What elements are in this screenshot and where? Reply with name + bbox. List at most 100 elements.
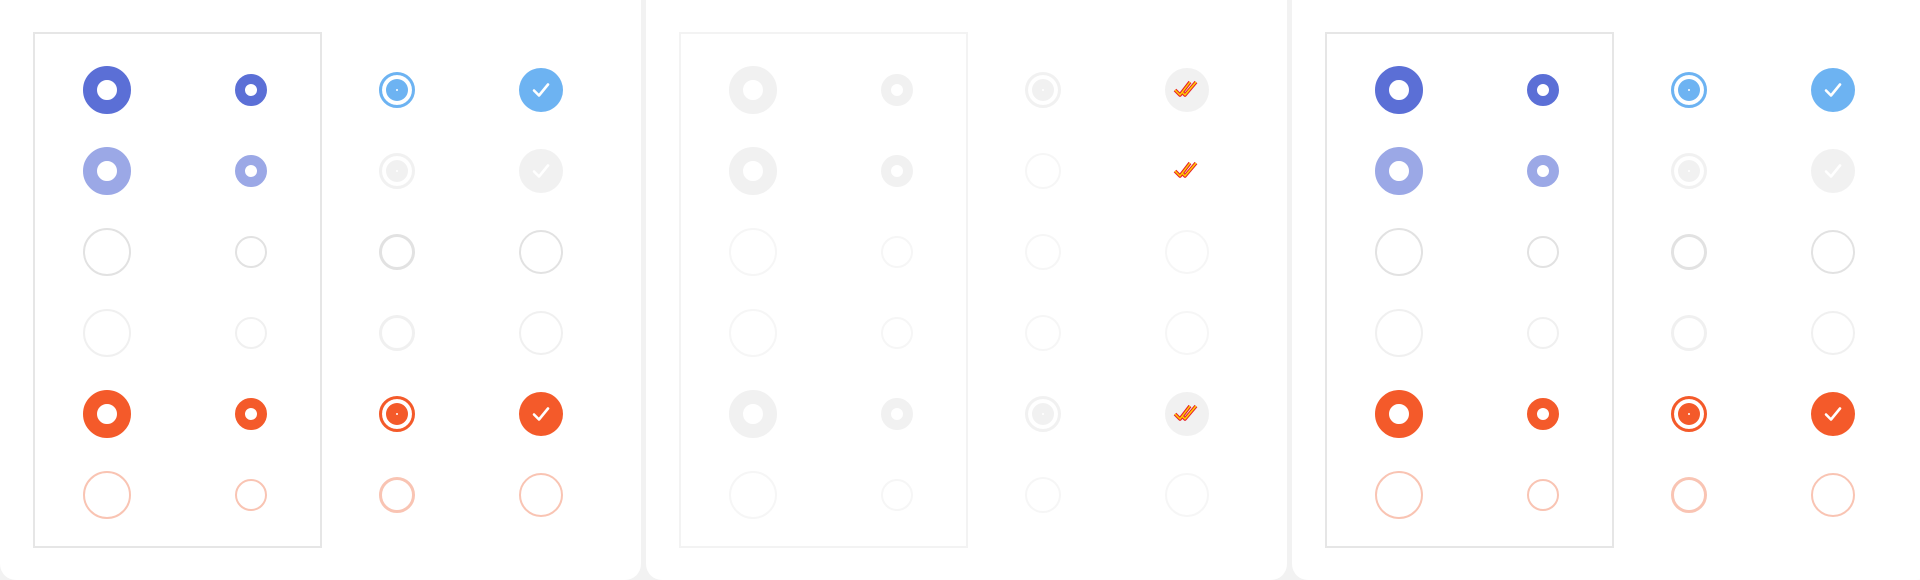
radio-cell: [728, 146, 778, 196]
radio-button-big[interactable]: [83, 228, 131, 276]
radio-button-ring[interactable]: [1025, 396, 1061, 432]
radio-button-ring[interactable]: [1671, 72, 1707, 108]
check-radio-empty[interactable]: [1811, 230, 1855, 274]
double-checkmark-icon[interactable]: [1165, 68, 1209, 112]
radio-cell: [728, 389, 778, 439]
radio-cell: [1374, 389, 1424, 439]
radio-button-small[interactable]: [235, 74, 267, 106]
radio-cell: [1808, 146, 1858, 196]
radio-button-small[interactable]: [1527, 479, 1559, 511]
radio-button-ring[interactable]: [379, 234, 415, 270]
radio-button-big[interactable]: [729, 228, 777, 276]
checkmark-icon[interactable]: [519, 149, 563, 193]
radio-button-small[interactable]: [881, 479, 913, 511]
radio-button-big[interactable]: [729, 471, 777, 519]
radio-cell: [728, 470, 778, 520]
check-radio-empty[interactable]: [519, 230, 563, 274]
check-radio-empty[interactable]: [1165, 473, 1209, 517]
radio-button-big[interactable]: [1375, 471, 1423, 519]
check-radio-empty[interactable]: [519, 473, 563, 517]
radio-button-small[interactable]: [1527, 317, 1559, 349]
radio-button-small[interactable]: [235, 236, 267, 268]
radio-button-ring[interactable]: [379, 477, 415, 513]
check-radio-empty[interactable]: [1811, 311, 1855, 355]
radio-cell: [82, 470, 132, 520]
check-radio-empty[interactable]: [1811, 473, 1855, 517]
radio-cell: [1162, 65, 1212, 115]
radio-button-small[interactable]: [235, 155, 267, 187]
radio-cell: [82, 389, 132, 439]
radio-button-small[interactable]: [1527, 236, 1559, 268]
radio-group-frame: [1325, 32, 1614, 548]
double-checkmark-icon[interactable]: [1165, 149, 1209, 193]
radio-cell: [1518, 146, 1568, 196]
radio-button-ring[interactable]: [1671, 477, 1707, 513]
radio-button-ring[interactable]: [379, 315, 415, 351]
check-radio-empty[interactable]: [1165, 230, 1209, 274]
radio-cell: [372, 146, 422, 196]
radio-button-big[interactable]: [729, 390, 777, 438]
radio-button-big[interactable]: [729, 66, 777, 114]
checkmark-icon[interactable]: [519, 392, 563, 436]
radio-button-ring[interactable]: [379, 153, 415, 189]
radio-button-big[interactable]: [1375, 66, 1423, 114]
radio-button-ring[interactable]: [1671, 315, 1707, 351]
radio-cell: [226, 65, 276, 115]
check-radio-empty[interactable]: [519, 311, 563, 355]
radio-button-ring[interactable]: [1671, 396, 1707, 432]
radio-cell: [82, 146, 132, 196]
radio-button-ring[interactable]: [1025, 234, 1061, 270]
checkmark-icon[interactable]: [519, 68, 563, 112]
radio-cell: [1664, 146, 1714, 196]
radio-button-small[interactable]: [235, 317, 267, 349]
radio-button-ring[interactable]: [1025, 477, 1061, 513]
radio-button-big[interactable]: [83, 66, 131, 114]
radio-button-small[interactable]: [881, 74, 913, 106]
radio-cell: [1374, 470, 1424, 520]
check-radio-empty[interactable]: [1165, 311, 1209, 355]
radio-cell: [1018, 308, 1068, 358]
radio-button-big[interactable]: [1375, 309, 1423, 357]
radio-button-small[interactable]: [1527, 155, 1559, 187]
radio-cell: [1162, 470, 1212, 520]
radio-button-small[interactable]: [1527, 398, 1559, 430]
radio-button-big[interactable]: [1375, 147, 1423, 195]
radio-button-big[interactable]: [83, 471, 131, 519]
radio-button-small[interactable]: [881, 155, 913, 187]
radio-button-small[interactable]: [881, 236, 913, 268]
radio-button-ring[interactable]: [1025, 315, 1061, 351]
radio-button-ring[interactable]: [1671, 234, 1707, 270]
radio-button-big[interactable]: [1375, 390, 1423, 438]
radio-cell: [1374, 146, 1424, 196]
radio-button-small[interactable]: [235, 398, 267, 430]
radio-button-ring[interactable]: [1671, 153, 1707, 189]
radio-button-big[interactable]: [83, 147, 131, 195]
radio-button-small[interactable]: [1527, 74, 1559, 106]
double-checkmark-icon[interactable]: [1165, 392, 1209, 436]
radio-button-big[interactable]: [83, 309, 131, 357]
radio-button-ring[interactable]: [379, 72, 415, 108]
radio-button-big[interactable]: [729, 147, 777, 195]
radio-button-ring[interactable]: [1025, 72, 1061, 108]
radio-cell: [872, 308, 922, 358]
radio-cell: [372, 227, 422, 277]
checkmark-icon[interactable]: [1811, 68, 1855, 112]
radio-button-ring[interactable]: [379, 396, 415, 432]
radio-button-big[interactable]: [729, 309, 777, 357]
radio-cell: [728, 308, 778, 358]
radio-cell: [226, 227, 276, 277]
radio-group-frame: [33, 32, 322, 548]
radio-button-small[interactable]: [235, 479, 267, 511]
radio-button-big[interactable]: [1375, 228, 1423, 276]
radio-cell: [1518, 470, 1568, 520]
checkmark-icon[interactable]: [1811, 392, 1855, 436]
radio-group-frame: [679, 32, 968, 548]
radio-cell: [728, 65, 778, 115]
radio-cell: [226, 470, 276, 520]
radio-cell: [1162, 389, 1212, 439]
radio-button-ring[interactable]: [1025, 153, 1061, 189]
radio-button-small[interactable]: [881, 317, 913, 349]
checkmark-icon[interactable]: [1811, 149, 1855, 193]
radio-button-big[interactable]: [83, 390, 131, 438]
radio-button-small[interactable]: [881, 398, 913, 430]
